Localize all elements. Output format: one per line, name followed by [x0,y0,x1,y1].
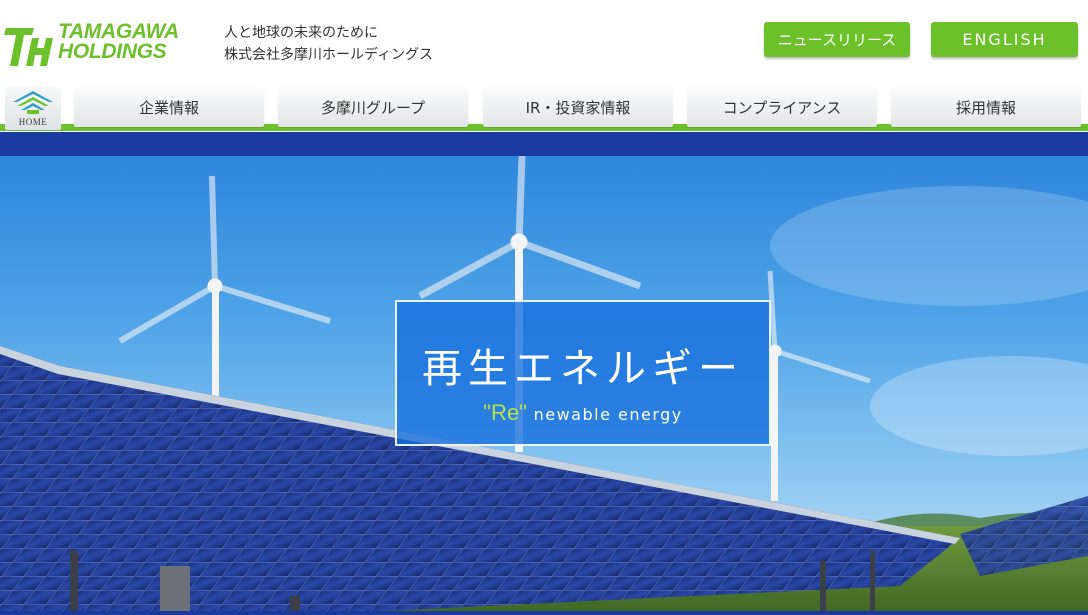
hero-subtitle-accent: "Re" [483,400,527,425]
hero-subtitle: "Re" newable energy [397,400,769,426]
tagline-line-1: 人と地球の未来のために [224,25,378,41]
site-header: TAMAGAWA HOLDINGS 人と地球の未来のために 株式会社多摩川ホール… [0,0,1088,84]
th-logo-icon [4,28,53,66]
hero-banner: 再生エネルギー "Re" newable energy [0,156,1088,615]
logo-line-1: TAMAGAWA [58,20,179,43]
hero-caption-box: 再生エネルギー "Re" newable energy [395,300,771,446]
main-nav: HOME 企業情報 多摩川グループ IR・投資家情報 コンプライアンス 採用情報 [0,84,1088,132]
hero-subtitle-rest: newable energy [527,405,683,424]
logo-line-2: HOLDINGS [58,40,167,63]
nav-item-tamagawa-group[interactable]: 多摩川グループ [278,87,468,127]
nav-item-compliance[interactable]: コンプライアンス [687,87,877,127]
tagline-line-2: 株式会社多摩川ホールディングス [224,47,434,63]
nav-item-corporate-info[interactable]: 企業情報 [74,87,264,127]
blue-divider-band [0,132,1088,156]
nav-home[interactable]: HOME [5,87,61,130]
home-icon [13,91,53,114]
news-release-button[interactable]: ニュースリリース [764,22,910,57]
nav-item-ir-investors[interactable]: IR・投資家情報 [483,87,673,127]
logo-wordmark: TAMAGAWA HOLDINGS [58,20,179,63]
nav-item-recruitment[interactable]: 採用情報 [891,87,1081,127]
english-button[interactable]: ENGLISH [931,22,1078,57]
company-tagline: 人と地球の未来のために 株式会社多摩川ホールディングス [224,22,433,66]
hero-title: 再生エネルギー [422,346,744,392]
company-logo[interactable]: TAMAGAWA HOLDINGS [4,20,200,70]
home-label: HOME [18,117,48,127]
